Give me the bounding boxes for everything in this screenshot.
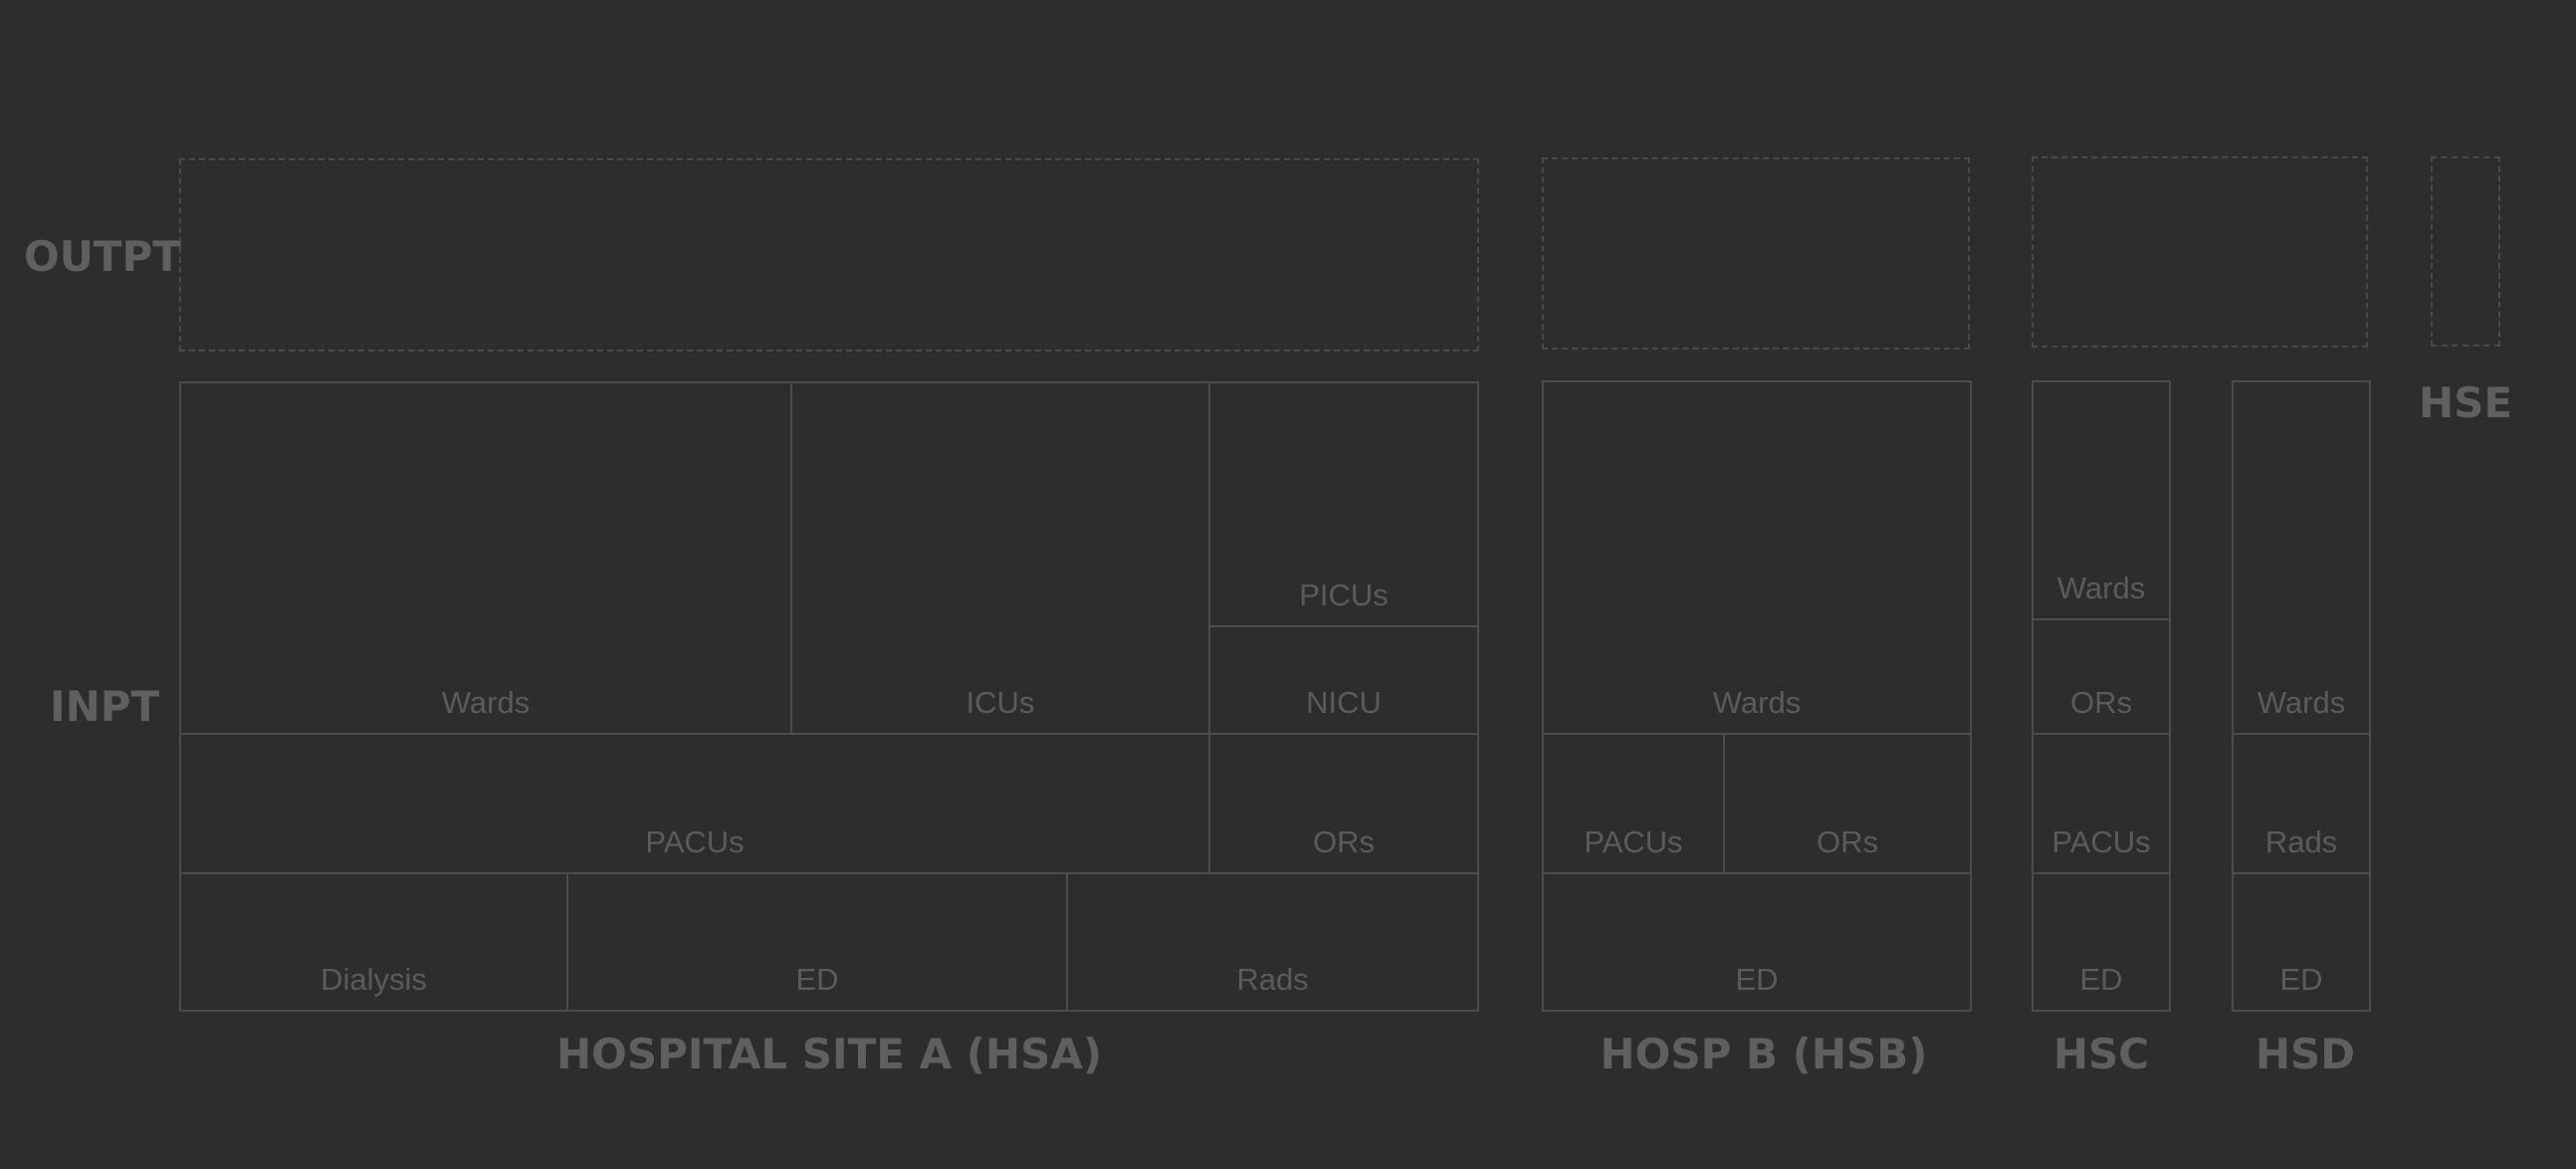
hsb-ors-label: ORs	[1817, 824, 1878, 859]
row-label-inpatient: INPT	[50, 682, 160, 731]
hsa-ors-label: ORs	[1313, 824, 1375, 859]
hsb-pacus-cell: PACUs	[1542, 733, 1725, 874]
hsa-pacus-label: PACUs	[645, 824, 745, 859]
hsa-pacus-cell: PACUs	[179, 733, 1210, 874]
hsb-ed-label: ED	[1735, 962, 1779, 997]
hsa-ors-cell: ORs	[1208, 733, 1479, 874]
hsc-site-label: HSC	[2052, 1030, 2150, 1078]
hsc-ed-label: ED	[2079, 962, 2123, 997]
hsc-wards-cell: Wards	[2032, 380, 2171, 620]
hsd-wards-cell: Wards	[2232, 380, 2371, 735]
hsa-nicu-cell: NICU	[1208, 625, 1479, 735]
hsd-site-label: HSD	[2254, 1030, 2356, 1078]
hsc-ed-cell: ED	[2032, 872, 2171, 1012]
row-label-outpatient: OUTPT	[24, 232, 181, 281]
hsa-icus-label: ICUs	[966, 685, 1035, 720]
hsa-dialysis-cell: Dialysis	[179, 872, 568, 1012]
hsa-icus-cell: ICUs	[790, 381, 1210, 735]
hsb-site-label: HOSP B (HSB)	[1600, 1030, 1928, 1078]
hsa-picus-label: PICUs	[1299, 578, 1389, 612]
hsc-outpatient-box	[2032, 156, 2368, 348]
hsd-rads-label: Rads	[2264, 824, 2338, 859]
hsa-dialysis-label: Dialysis	[321, 962, 427, 997]
hse-site-label: HSE	[2418, 378, 2513, 427]
hsb-pacus-label: PACUs	[1584, 824, 1683, 859]
hsb-outpatient-box	[1542, 157, 1970, 350]
hsc-pacus-label: PACUs	[2051, 824, 2151, 859]
hsc-wards-label: Wards	[2056, 571, 2146, 605]
hsc-pacus-cell: PACUs	[2032, 733, 2171, 874]
hsb-wards-label: Wards	[1712, 685, 1802, 720]
hsd-wards-label: Wards	[2256, 685, 2346, 720]
hse-outpatient-box	[2431, 156, 2500, 347]
hsc-ors-cell: ORs	[2032, 618, 2171, 735]
hsd-rads-cell: Rads	[2232, 733, 2371, 874]
hsb-wards-cell: Wards	[1542, 380, 1972, 735]
hsa-picus-cell: PICUs	[1208, 381, 1479, 627]
hsd-ed-label: ED	[2279, 962, 2323, 997]
hsa-site-label: HOSPITAL SITE A (HSA)	[555, 1030, 1103, 1078]
hsa-outpatient-box	[179, 158, 1479, 351]
hsa-ed-cell: ED	[566, 872, 1068, 1012]
hsa-rads-cell: Rads	[1066, 872, 1479, 1012]
hsa-wards-cell: Wards	[179, 381, 792, 735]
hsc-ors-label: ORs	[2070, 685, 2132, 720]
hsb-ors-cell: ORs	[1723, 733, 1972, 874]
hsb-ed-cell: ED	[1542, 872, 1972, 1012]
hsd-ed-cell: ED	[2232, 872, 2371, 1012]
hsa-nicu-label: NICU	[1306, 685, 1382, 720]
hsa-ed-label: ED	[795, 962, 839, 997]
hsa-wards-label: Wards	[441, 685, 531, 720]
hsa-rads-label: Rads	[1236, 962, 1309, 997]
